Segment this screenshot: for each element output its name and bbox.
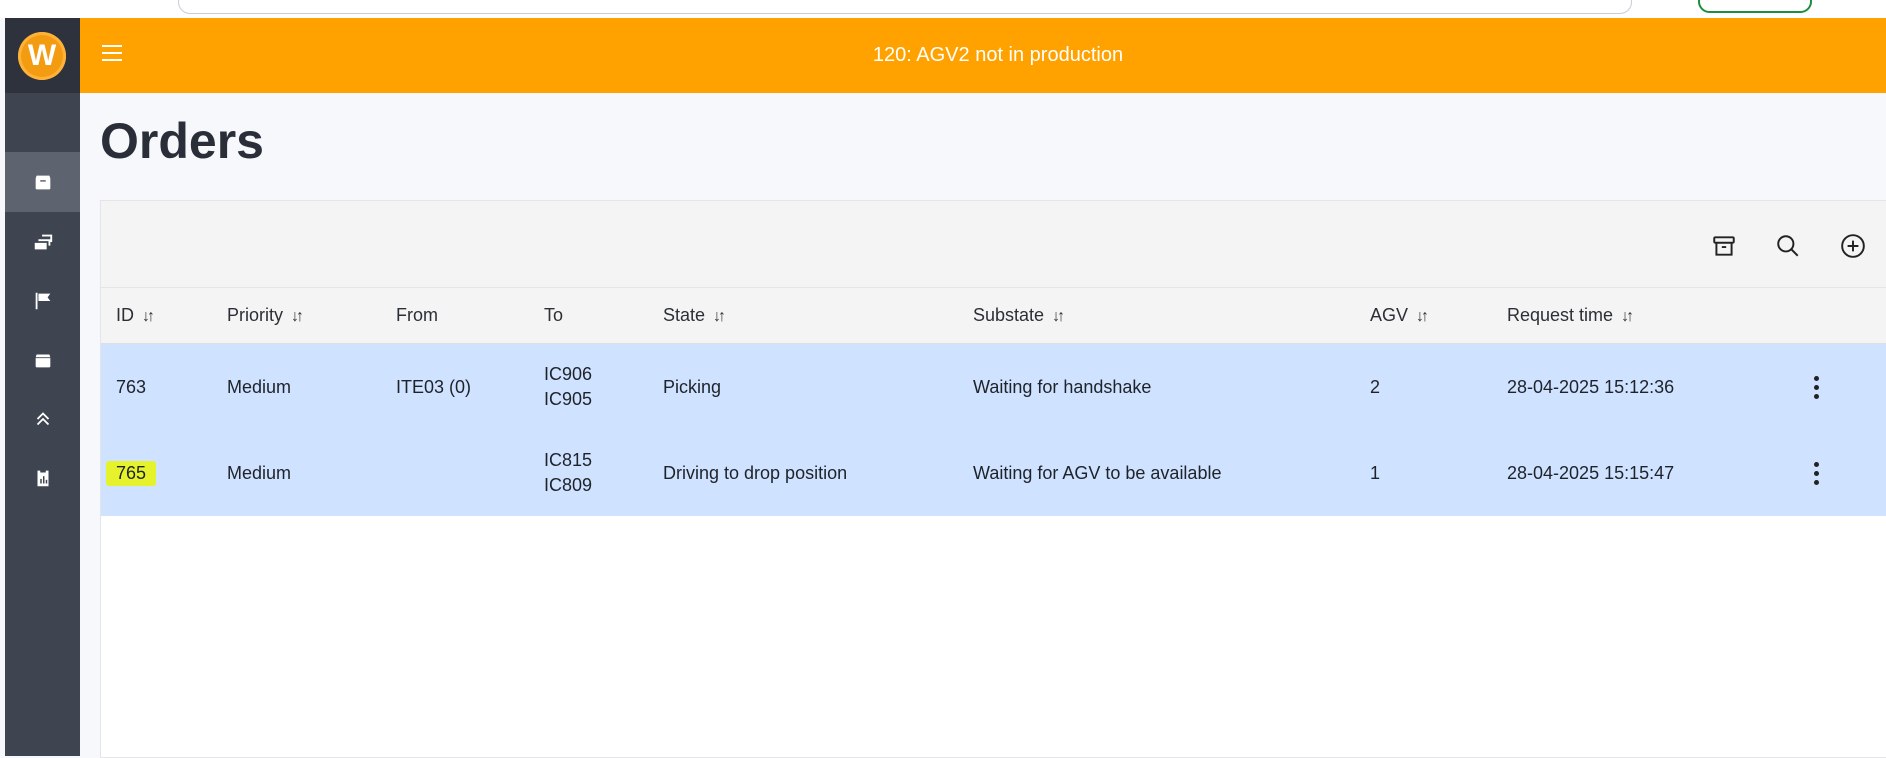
cell-request-time: 28-04-2025 15:15:47	[1507, 462, 1675, 483]
add-order-button[interactable]	[1838, 231, 1868, 261]
archive-button[interactable]	[1709, 231, 1739, 261]
cell-agv: 2	[1370, 376, 1381, 397]
sort-icon[interactable]: ↓↑	[1052, 289, 1065, 344]
column-header-agv[interactable]: AGV ↓↑	[1370, 288, 1429, 344]
cell-state: Picking	[663, 376, 722, 397]
sidebar-item-layers[interactable]	[5, 212, 80, 272]
column-header-state[interactable]: State ↓↑	[663, 288, 726, 344]
sort-icon[interactable]: ↓↑	[291, 289, 304, 344]
table-toolbar	[101, 201, 1886, 288]
top-bar: 120: AGV2 not in production	[80, 18, 1886, 93]
cell-substate: Waiting for AGV to be available	[973, 462, 1222, 483]
column-header-substate[interactable]: Substate ↓↑	[973, 288, 1065, 344]
sort-icon[interactable]: ↓↑	[142, 289, 155, 344]
cell-from: ITE03 (0)	[396, 376, 472, 397]
cell-agv: 1	[1370, 462, 1381, 483]
logo-container: W	[5, 18, 80, 93]
column-header-priority[interactable]: Priority ↓↑	[227, 288, 304, 344]
sidebar-item-orders[interactable]	[5, 152, 80, 212]
add-circle-icon	[1841, 234, 1865, 258]
layers-icon	[34, 234, 52, 250]
column-header-from: From	[396, 305, 438, 325]
chevrons-up-icon	[36, 412, 49, 426]
highlighted-id: 765	[106, 460, 157, 486]
sort-icon[interactable]: ↓↑	[1416, 289, 1429, 344]
cell-priority: Medium	[227, 462, 292, 483]
sidebar-item-storage[interactable]	[5, 330, 80, 390]
report-clipboard-icon	[37, 470, 48, 487]
table-row[interactable]: 765 Medium IC815 IC809 Driving to drop p…	[101, 430, 1886, 516]
address-bar[interactable]	[178, 0, 1632, 14]
browser-chrome	[0, 0, 1886, 18]
storage-icon	[35, 354, 50, 368]
cell-substate: Waiting for handshake	[973, 376, 1152, 397]
orders-card: ID ↓↑ Priority ↓↑ From To State ↓↑ Substate…	[100, 200, 1886, 758]
column-header-id[interactable]: ID ↓↑	[116, 288, 155, 344]
browser-profile-pill[interactable]	[1698, 0, 1812, 13]
sidebar-item-collapse[interactable]	[5, 389, 80, 449]
cell-to: IC906 IC905	[544, 364, 593, 409]
column-header-to: To	[544, 305, 564, 325]
cell-id: 765	[106, 430, 157, 516]
flag-icon	[35, 292, 50, 310]
column-header-request-time[interactable]: Request time ↓↑	[1507, 288, 1634, 344]
sort-icon[interactable]: ↓↑	[1621, 289, 1634, 344]
page-title: Orders	[100, 113, 264, 169]
archive-icon	[1713, 236, 1735, 256]
sidebar-item-flag[interactable]	[5, 271, 80, 331]
search-icon	[1777, 235, 1799, 257]
sort-icon[interactable]: ↓↑	[713, 289, 726, 344]
cell-priority: Medium	[227, 376, 292, 397]
sidebar: W	[5, 18, 80, 756]
row-menu-icon[interactable]	[1801, 344, 1831, 430]
sidebar-item-reports[interactable]	[5, 448, 80, 508]
logo[interactable]: W	[18, 32, 66, 80]
table-row[interactable]: 763 Medium ITE03 (0) IC906 IC905 Picking…	[101, 344, 1886, 430]
status-message: 120: AGV2 not in production	[872, 44, 1124, 66]
table-header: ID ↓↑ Priority ↓↑ From To State ↓↑ Substate…	[101, 288, 1886, 344]
cell-state: Driving to drop position	[663, 462, 848, 483]
search-button[interactable]	[1773, 231, 1803, 261]
orders-box-icon	[35, 175, 50, 190]
row-menu-icon[interactable]	[1801, 430, 1831, 516]
cell-request-time: 28-04-2025 15:12:36	[1507, 376, 1675, 397]
cell-id: 763	[116, 376, 147, 397]
cell-to: IC815 IC809	[544, 450, 593, 495]
